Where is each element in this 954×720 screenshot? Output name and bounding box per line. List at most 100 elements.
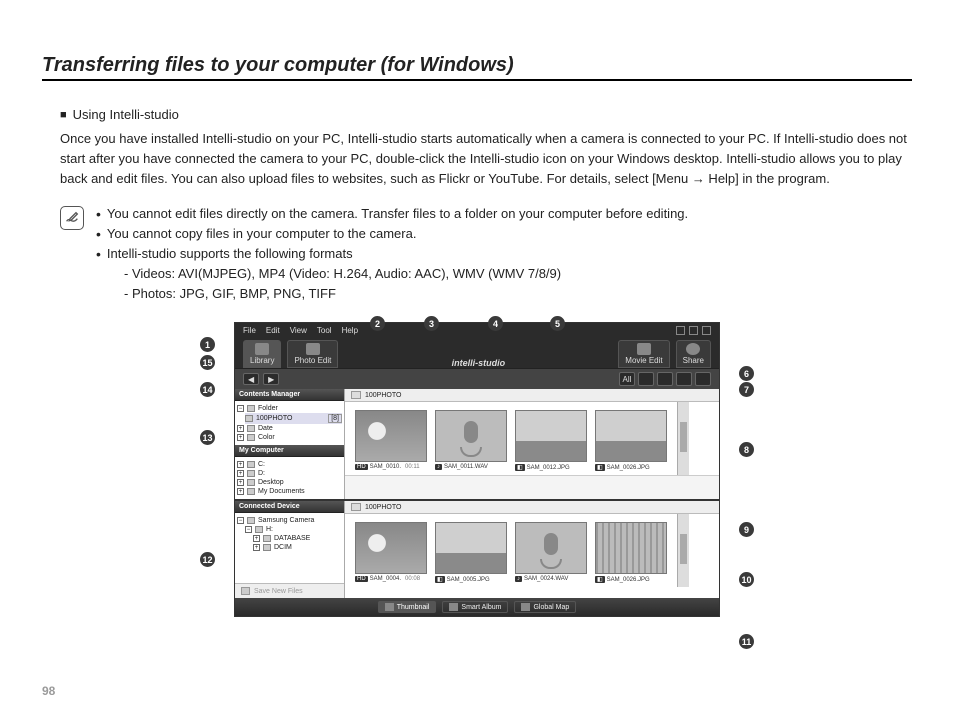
tree-expand-icon[interactable]: +	[253, 535, 260, 542]
tab-label: Library	[250, 356, 274, 365]
tree-drive[interactable]: C:	[258, 461, 265, 468]
filter-all-button[interactable]: All	[619, 372, 635, 386]
panel-connected-device: Connected Device	[235, 501, 344, 513]
nav-fwd-button[interactable]: ▶	[263, 373, 279, 385]
tab-label: Photo Edit	[294, 356, 331, 365]
callout-8: 8	[739, 442, 754, 457]
note-text: You cannot copy files in your computer t…	[107, 224, 417, 244]
thumbnail-item[interactable]: ◧SAM_0026.JPG	[595, 410, 667, 471]
library-icon	[255, 343, 269, 355]
tree-expand-icon[interactable]: +	[237, 434, 244, 441]
tree-collapse-icon[interactable]: −	[237, 517, 244, 524]
tab-library[interactable]: Library	[243, 340, 281, 368]
tree-expand-icon[interactable]: +	[253, 544, 260, 551]
photo-badge-icon: ◧	[435, 576, 445, 583]
thumbnail-grid-upper: HDSAM_0010.00:11 ♪SAM_0011.WAV ◧SAM_0012…	[345, 402, 677, 475]
tree-expand-icon[interactable]: +	[237, 461, 244, 468]
folder-icon	[247, 488, 255, 495]
tab-label: Share	[683, 356, 704, 365]
tab-label: Movie Edit	[625, 356, 662, 365]
view-global-map-button[interactable]: Global Map	[514, 601, 576, 613]
intro-paragraph: Once you have installed Intelli-studio o…	[60, 129, 912, 189]
thumbnail-item[interactable]: ◧SAM_0012.JPG	[515, 410, 587, 471]
thumbnail-grid-lower: HDSAM_0004.00:08 ◧SAM_0005.JPG ♪SAM_0024…	[345, 514, 677, 587]
tab-movie-edit[interactable]: Movie Edit	[618, 340, 669, 368]
grid-icon	[385, 603, 394, 611]
tree-cam-drive[interactable]: H:	[266, 526, 273, 533]
menu-bar: File Edit View Tool Help	[235, 323, 719, 338]
callout-11: 11	[739, 634, 754, 649]
tree-expand-icon[interactable]: +	[237, 488, 244, 495]
square-bullet-icon: ■	[60, 105, 67, 125]
folder-icon	[351, 391, 361, 399]
thumbnail-item[interactable]: HDSAM_0010.00:11	[355, 410, 427, 471]
photo-badge-icon: ◧	[515, 464, 525, 471]
view-smart-album-button[interactable]: Smart Album	[442, 601, 508, 613]
file-name: SAM_0024.WAV	[524, 576, 568, 582]
audio-badge-icon: ♪	[515, 576, 522, 582]
note-icon	[60, 206, 84, 230]
tree-color[interactable]: Color	[258, 434, 275, 441]
save-new-files-button[interactable]: Save New Files	[235, 583, 344, 598]
tree-expand-icon[interactable]: +	[237, 425, 244, 432]
app-window: File Edit View Tool Help Library Photo E…	[234, 322, 720, 617]
panel-my-computer: My Computer	[235, 445, 344, 457]
menu-view[interactable]: View	[290, 326, 307, 335]
view-grid-icon[interactable]	[657, 372, 673, 386]
tree-desktop[interactable]: Desktop	[258, 479, 284, 486]
tree-date[interactable]: Date	[258, 425, 273, 432]
maximize-icon[interactable]	[689, 326, 698, 335]
folder-icon	[263, 535, 271, 542]
scrollbar[interactable]	[677, 402, 689, 475]
view-slider-icon[interactable]	[676, 372, 692, 386]
folder-icon	[245, 415, 253, 422]
thumbnail-item[interactable]: ◧SAM_0026.JPG	[595, 522, 667, 583]
file-name: SAM_0005.JPG	[447, 577, 490, 583]
thumbnail-item[interactable]: ♪SAM_0024.WAV	[515, 522, 587, 583]
file-name: SAM_0010.	[370, 464, 401, 470]
map-icon	[521, 603, 530, 611]
thumbnail-item[interactable]: ◧SAM_0005.JPG	[435, 522, 507, 583]
photo-badge-icon: ◧	[595, 464, 605, 471]
note-text: Intelli-studio supports the following fo…	[107, 244, 353, 264]
file-name: SAM_0026.JPG	[607, 465, 650, 471]
tree-folder-selected[interactable]: 100PHOTO	[256, 415, 292, 422]
album-icon	[449, 603, 458, 611]
tree-drive[interactable]: D:	[258, 470, 265, 477]
tree-collapse-icon[interactable]: −	[245, 526, 252, 533]
thumbnail-item[interactable]: HDSAM_0004.00:08	[355, 522, 427, 583]
tree-dcim[interactable]: DCIM	[274, 544, 292, 551]
nav-back-button[interactable]: ◀	[243, 373, 259, 385]
tree-expand-icon[interactable]: +	[237, 470, 244, 477]
tab-share[interactable]: Share	[676, 340, 711, 368]
callout-12: 12	[200, 552, 215, 567]
tree-expand-icon[interactable]: +	[237, 479, 244, 486]
tree-camera[interactable]: Samsung Camera	[258, 517, 314, 524]
menu-file[interactable]: File	[243, 326, 256, 335]
tree-database[interactable]: DATABASE	[274, 535, 310, 542]
view-thumbnail-button[interactable]: Thumbnail	[378, 601, 437, 613]
tree-folder[interactable]: Folder	[258, 405, 278, 412]
menu-help[interactable]: Help	[342, 326, 358, 335]
menu-edit[interactable]: Edit	[266, 326, 280, 335]
save-icon	[241, 587, 250, 595]
view-list-icon[interactable]	[638, 372, 654, 386]
settings-icon[interactable]	[695, 372, 711, 386]
close-icon[interactable]	[702, 326, 711, 335]
scrollbar[interactable]	[677, 514, 689, 587]
folder-icon	[247, 405, 255, 412]
thumbnail-item[interactable]: ♪SAM_0011.WAV	[435, 410, 507, 471]
file-name: SAM_0026.JPG	[607, 577, 650, 583]
folder-icon	[247, 434, 255, 441]
minimize-icon[interactable]	[676, 326, 685, 335]
panel-contents-manager: Contents Manager	[235, 389, 344, 401]
breadcrumb: 100PHOTO	[365, 504, 401, 511]
folder-icon	[263, 544, 271, 551]
tab-photo-edit[interactable]: Photo Edit	[287, 340, 338, 368]
menu-tool[interactable]: Tool	[317, 326, 332, 335]
bullet-icon: •	[96, 244, 101, 264]
tree-collapse-icon[interactable]: −	[237, 405, 244, 412]
callout-13: 13	[200, 430, 215, 445]
tree-mydocs[interactable]: My Documents	[258, 488, 305, 495]
note-subtext: - Videos: AVI(MJPEG), MP4 (Video: H.264,…	[124, 264, 688, 284]
